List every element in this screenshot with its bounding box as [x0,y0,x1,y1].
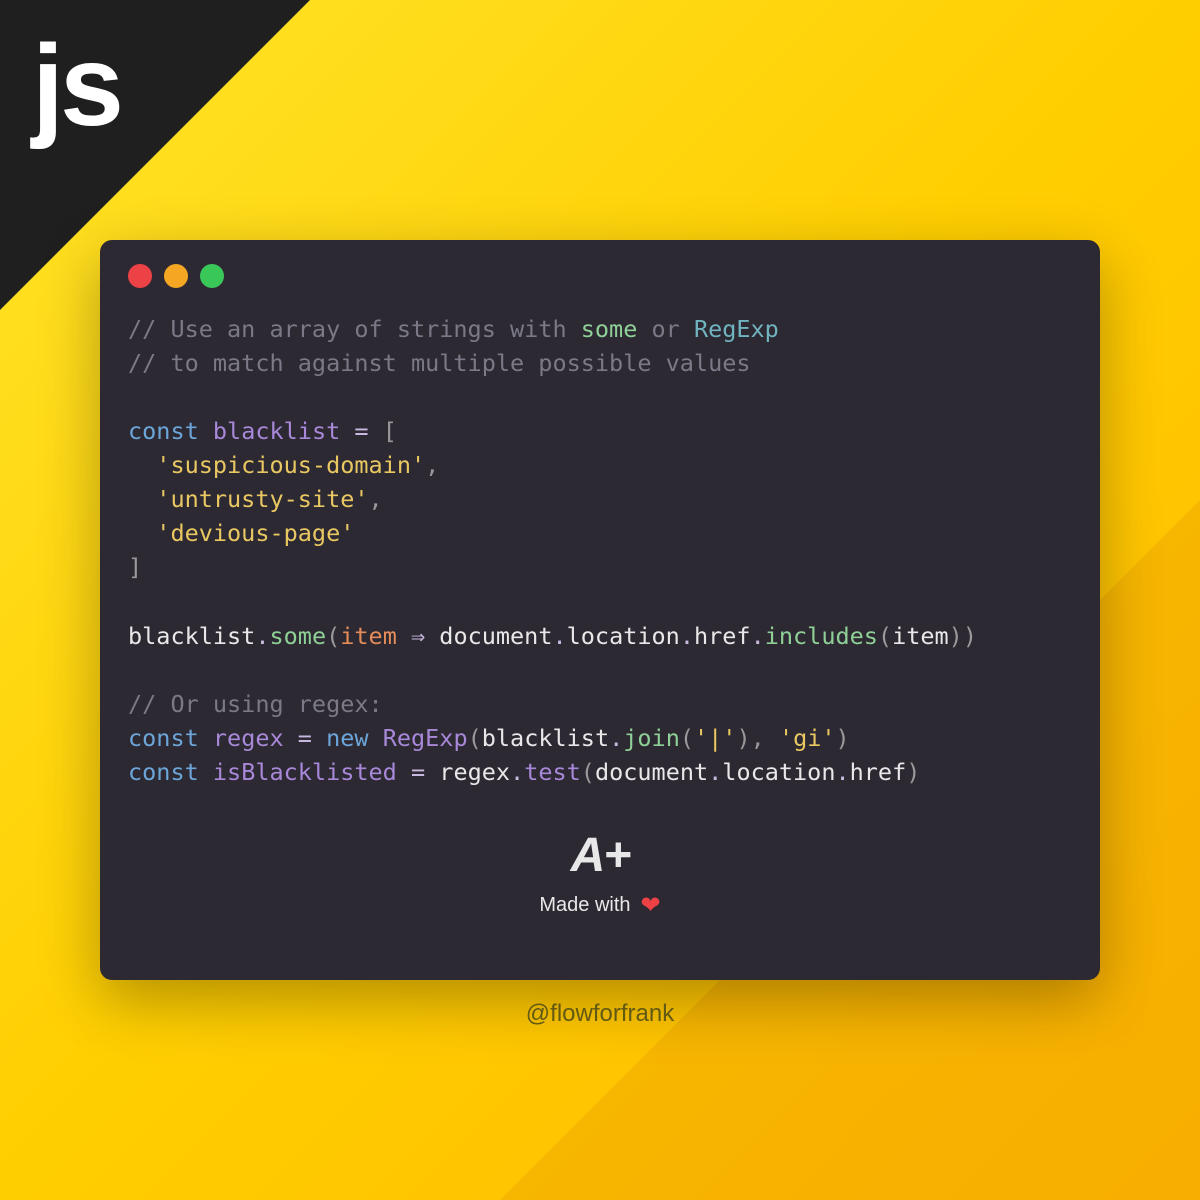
param: item [340,622,397,650]
punct: ( [680,724,694,752]
variable: blacklist [482,724,609,752]
comment-text: // Use an array of strings with [128,315,581,343]
string: 'gi' [779,724,836,752]
comment-keyword: RegExp [694,315,779,343]
operator: = [340,417,382,445]
punct: , [751,724,765,752]
punct: , [425,451,439,479]
maximize-icon[interactable] [200,264,224,288]
brand-logo: A+ [539,828,660,883]
punct: . [255,622,269,650]
comment-keyword: some [581,315,638,343]
js-logo: js [32,20,120,152]
punct: ) [736,724,750,752]
punct: . [552,622,566,650]
punct: ) [949,622,963,650]
method: test [524,758,581,786]
window-controls [128,264,1072,288]
keyword: const [128,417,199,445]
class: RegExp [383,724,468,752]
punct: ) [836,724,850,752]
close-icon[interactable] [128,264,152,288]
keyword: const [128,758,199,786]
punct: ] [128,553,142,581]
punct: . [510,758,524,786]
property: location [567,622,680,650]
arrow: ⇒ [397,622,439,650]
variable: regex [439,758,510,786]
punct: , [369,485,383,513]
punct: ( [468,724,482,752]
made-with-label: Made with [539,894,630,917]
punct: . [751,622,765,650]
method: includes [765,622,878,650]
property: document [439,622,552,650]
variable: isBlacklisted [213,758,397,786]
punct: . [708,758,722,786]
string: 'suspicious-domain' [156,451,425,479]
property: document [595,758,708,786]
variable: blacklist [213,417,340,445]
string: 'devious-page' [156,519,354,547]
punct: ) [963,622,977,650]
string: 'untrusty-site' [156,485,368,513]
method: some [270,622,327,650]
author-handle: @flowforfrank [526,1000,674,1028]
keyword: const [128,724,199,752]
variable: regex [213,724,284,752]
punct: ( [326,622,340,650]
variable: blacklist [128,622,255,650]
param: item [892,622,949,650]
punct: ( [878,622,892,650]
string: '|' [694,724,736,752]
heart-icon: ❤ [641,891,661,920]
code-block: // Use an array of strings with some or … [128,312,1072,789]
minimize-icon[interactable] [164,264,188,288]
comment-text: or [637,315,694,343]
punct: . [835,758,849,786]
punct: . [609,724,623,752]
property: location [722,758,835,786]
method: join [623,724,680,752]
operator: = [284,724,326,752]
punct: ( [581,758,595,786]
made-with-text: Made with ❤ [539,891,660,920]
punct: [ [383,417,397,445]
punct: ) [906,758,920,786]
punct: . [680,622,694,650]
property: href [694,622,751,650]
keyword: new [326,724,368,752]
code-window: // Use an array of strings with some or … [100,240,1100,980]
footer-branding: A+ Made with ❤ [539,828,660,920]
property: href [850,758,907,786]
comment-text: // to match against multiple possible va… [128,349,751,377]
comment-text: // Or using regex: [128,690,383,718]
operator: = [397,758,439,786]
